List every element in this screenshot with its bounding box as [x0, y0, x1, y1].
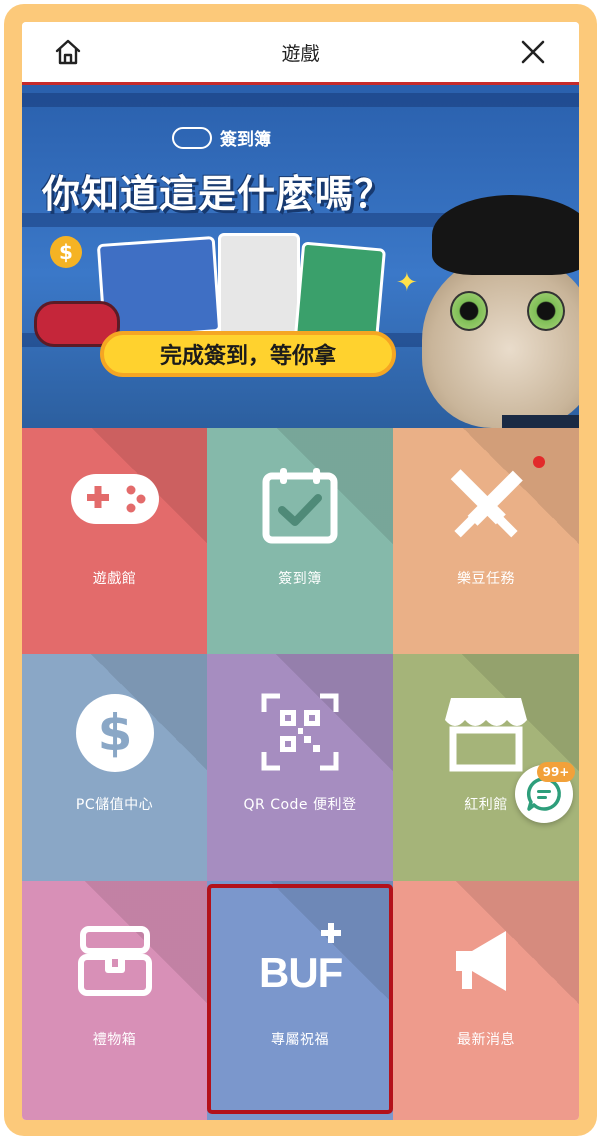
home-button[interactable] — [50, 34, 86, 70]
tile-game-hall[interactable]: 遊戲館 — [22, 428, 207, 654]
chat-badge: 99+ — [537, 762, 575, 782]
tile-label: 專屬祝福 — [271, 1032, 329, 1048]
tile-label: 簽到簿 — [278, 571, 322, 587]
tile-label: QR Code 便利登 — [243, 797, 357, 813]
gamepad-icon — [70, 474, 159, 524]
tile-label: 最新消息 — [457, 1032, 515, 1048]
cat-hair — [432, 195, 579, 275]
svg-text:$: $ — [97, 704, 132, 762]
cat-eye-icon — [450, 291, 488, 331]
close-icon — [521, 40, 545, 64]
tile-latest-news[interactable]: 最新消息 — [393, 881, 579, 1120]
cat-suit — [502, 415, 579, 428]
coin-icon: $ — [50, 236, 82, 268]
buff-icon: BUFF — [259, 923, 345, 996]
tile-qr-login[interactable]: QR Code 便利登 — [207, 654, 393, 881]
header-bar: 遊戲 — [22, 22, 579, 85]
close-button[interactable] — [515, 34, 551, 70]
svg-text:BUFF: BUFF — [259, 949, 345, 996]
banner-toy-card — [293, 241, 387, 345]
app-screen: 遊戲 簽到簿 你知道這是什麼嗎？ $ 完成簽到，等你拿 ✦ 遊戲館 簽到簿 樂豆… — [22, 22, 579, 1120]
tile-checkin[interactable]: 簽到簿 — [207, 428, 393, 654]
brand-logo-icon — [172, 126, 212, 149]
banner-headline: 你知道這是什麼嗎？ — [42, 172, 394, 216]
tile-exclusive-buff[interactable]: BUFF 專屬祝福 — [207, 881, 393, 1120]
tile-missions[interactable]: 樂豆任務 — [393, 428, 579, 654]
notification-dot — [533, 456, 545, 468]
banner-shelf — [22, 93, 579, 107]
tile-label: PC儲值中心 — [75, 797, 154, 813]
calendar-check-icon — [262, 468, 338, 544]
home-icon — [55, 39, 81, 65]
banner-book-card — [218, 233, 300, 345]
tile-label: 遊戲館 — [92, 571, 137, 587]
cat-eye-icon — [527, 291, 565, 331]
menu-grid: 遊戲館 簽到簿 樂豆任務 $ PC儲值中心 QR Code 便利登 紅利館 禮物… — [22, 428, 579, 1120]
promo-banner[interactable]: 簽到簿 你知道這是什麼嗎？ $ 完成簽到，等你拿 ✦ — [22, 85, 579, 428]
page-title: 遊戲 — [281, 42, 320, 65]
gift-chest-icon — [77, 926, 152, 996]
tile-pc-topup[interactable]: $ PC儲值中心 — [22, 654, 207, 881]
dollar-coin-icon: $ — [75, 694, 154, 772]
tile-label: 樂豆任務 — [457, 571, 515, 587]
qr-code-icon — [261, 693, 339, 771]
banner-brand: 簽到簿 — [172, 125, 271, 150]
megaphone-icon — [456, 931, 506, 991]
banner-brand-text: 簽到簿 — [220, 130, 271, 150]
banner-cta: 完成簽到，等你拿 — [100, 331, 396, 377]
tile-gift-box[interactable]: 禮物箱 — [22, 881, 207, 1120]
tile-label: 禮物箱 — [92, 1032, 137, 1048]
cat-mascot — [422, 253, 579, 428]
sparkle-icon: ✦ — [396, 268, 418, 298]
shop-icon — [445, 698, 527, 772]
crossed-swords-icon — [450, 469, 523, 538]
